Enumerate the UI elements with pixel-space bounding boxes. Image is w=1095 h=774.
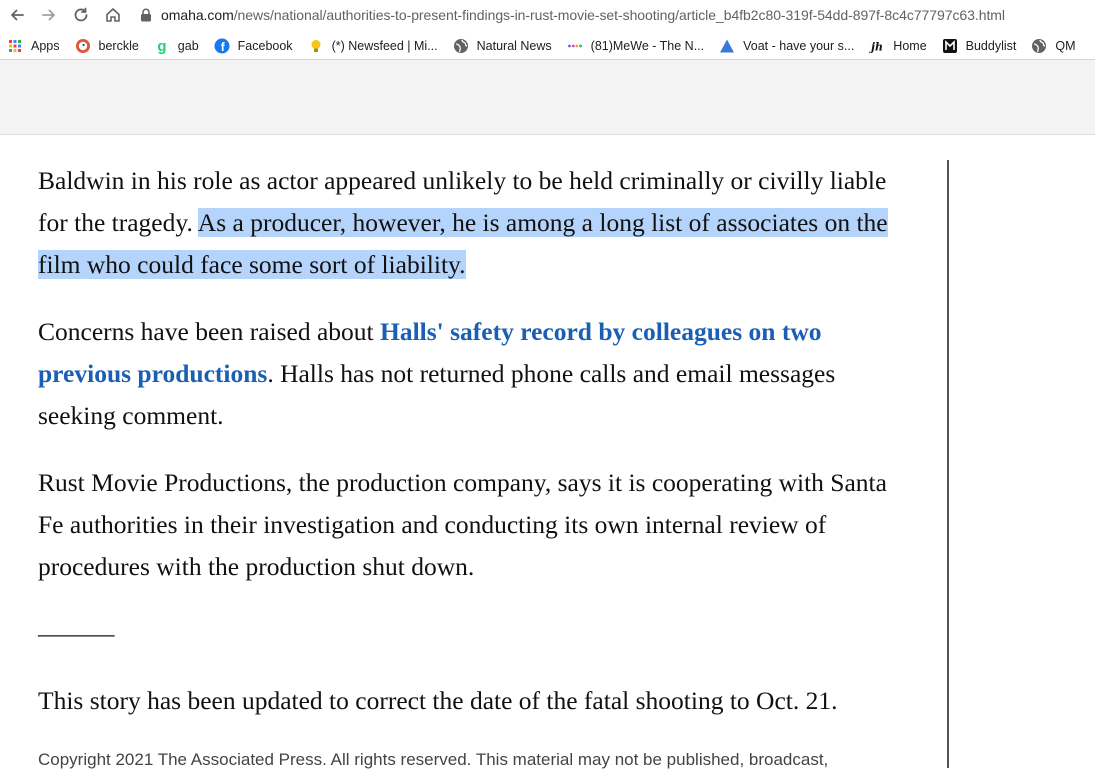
- bookmark-qm[interactable]: QM: [1024, 35, 1081, 57]
- svg-text:jh: jh: [869, 41, 883, 54]
- forward-arrow-icon: [42, 9, 55, 21]
- url-path: /news/national/authorities-to-present-fi…: [233, 7, 1005, 23]
- bookmark-label: berckle: [98, 39, 139, 53]
- lightbulb-icon: [308, 38, 324, 54]
- back-arrow-icon: [11, 9, 24, 21]
- bookmark-label: Voat - have your s...: [743, 39, 855, 53]
- article-paragraph: Concerns have been raised about Halls' s…: [38, 311, 918, 437]
- bookmark-label: Apps: [31, 39, 60, 53]
- browser-toolbar: omaha.com/news/national/authorities-to-p…: [0, 0, 1095, 30]
- duckduckgo-icon: [75, 38, 91, 54]
- bookmark-label: (81)MeWe - The N...: [590, 39, 705, 53]
- article-paragraph: Rust Movie Productions, the production c…: [38, 468, 887, 581]
- home-button[interactable]: [102, 4, 124, 26]
- reload-icon: [74, 7, 88, 22]
- bookmark-label: (*) Newsfeed | Mi...: [331, 39, 438, 53]
- back-button[interactable]: [6, 4, 28, 26]
- address-bar[interactable]: omaha.com/news/national/authorities-to-p…: [140, 4, 1095, 26]
- bookmark-facebook[interactable]: f Facebook: [207, 35, 299, 57]
- bookmark-berckle[interactable]: berckle: [68, 35, 145, 57]
- bookmarks-bar: Apps berckle g gab f Facebook (*) Newsfe…: [0, 33, 1095, 60]
- bookmark-mewe[interactable]: (81)MeWe - The N...: [560, 35, 710, 57]
- bookmark-label: gab: [177, 39, 199, 53]
- bookmark-label: Natural News: [476, 39, 552, 53]
- voat-icon: [719, 38, 735, 54]
- bookmark-natural-news[interactable]: Natural News: [446, 35, 558, 57]
- globe-icon: [1031, 38, 1047, 54]
- bookmark-home[interactable]: jh Home: [862, 35, 932, 57]
- bookmark-newsfeed[interactable]: (*) Newsfeed | Mi...: [301, 35, 444, 57]
- gab-icon: g: [154, 38, 170, 54]
- separator-dashes: ———: [38, 619, 115, 648]
- update-note: This story has been updated to correct t…: [38, 686, 838, 715]
- bookmark-gab[interactable]: g gab: [147, 35, 205, 57]
- url-host: omaha.com: [161, 7, 234, 23]
- bookmark-label: Facebook: [237, 39, 293, 53]
- bookmark-label: Buddylist: [965, 39, 1017, 53]
- mewe-icon: [567, 38, 583, 54]
- apps-grid-icon: [7, 38, 23, 54]
- bookmark-label: QM: [1055, 39, 1076, 53]
- jh-icon: jh: [869, 38, 885, 54]
- sidebar-divider: [947, 160, 949, 768]
- facebook-icon: f: [214, 38, 230, 54]
- globe-icon: [453, 38, 469, 54]
- buddylist-icon: [942, 38, 958, 54]
- url-text: omaha.com/news/national/authorities-to-p…: [161, 7, 1005, 23]
- lock-icon: [141, 8, 151, 22]
- paragraph-text: Concerns have been raised about: [38, 317, 380, 346]
- site-header-band: [0, 60, 1095, 135]
- bookmark-label: Home: [893, 39, 927, 53]
- svg-text:g: g: [157, 38, 166, 54]
- bookmark-voat[interactable]: Voat - have your s...: [712, 35, 860, 57]
- forward-button[interactable]: [38, 4, 60, 26]
- article-paragraph: Baldwin in his role as actor appeared un…: [38, 160, 918, 286]
- reload-button[interactable]: [70, 4, 92, 26]
- bookmark-buddylist[interactable]: Buddylist: [935, 35, 1023, 57]
- bookmark-apps[interactable]: Apps: [0, 35, 66, 57]
- home-icon: [106, 8, 120, 22]
- copyright-notice: Copyright 2021 The Associated Press. All…: [38, 750, 829, 769]
